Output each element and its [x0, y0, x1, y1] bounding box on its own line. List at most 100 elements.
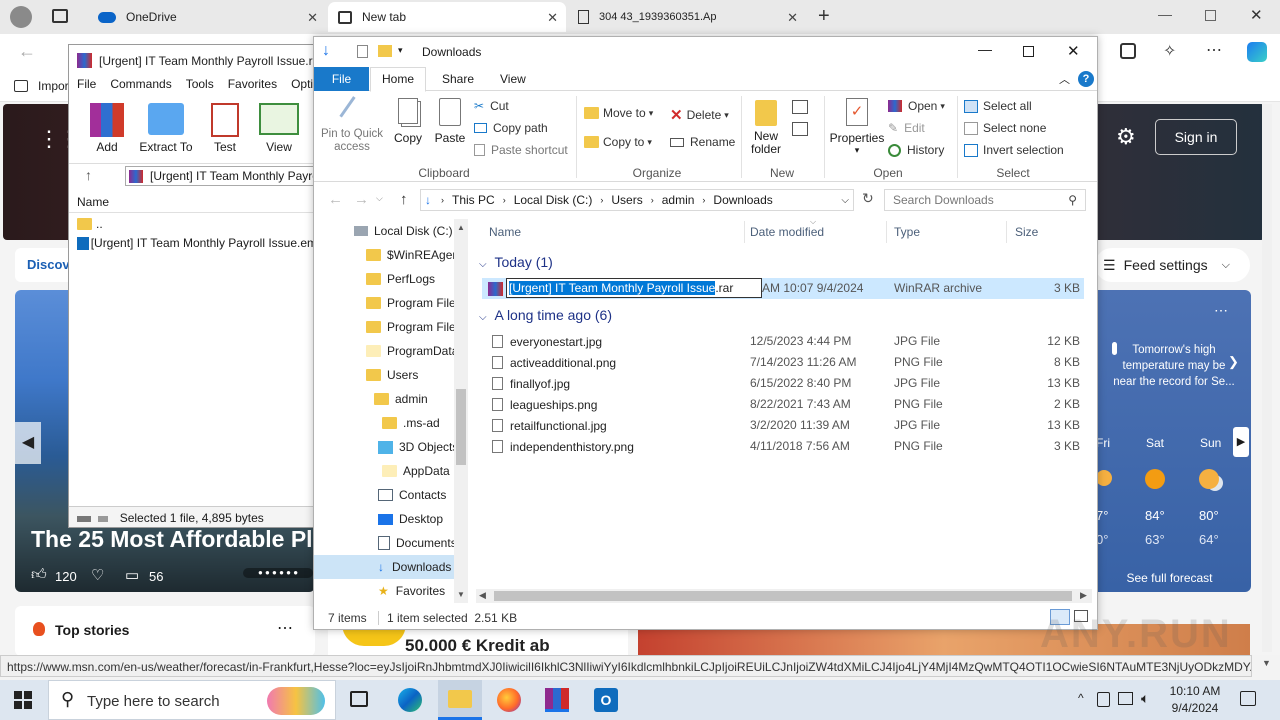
start-button[interactable] [14, 691, 32, 709]
group-header-today[interactable]: ⌵ Today (1) [479, 254, 1079, 272]
scroll-down-icon[interactable]: ▼ [454, 590, 468, 599]
nav-favorites[interactable]: ★ Favorites [314, 579, 468, 603]
clock-time[interactable]: 10:10 AM [1164, 684, 1226, 698]
sign-in-button[interactable]: Sign in [1155, 119, 1237, 155]
settings-gear-icon[interactable]: ⚙ [1116, 124, 1136, 150]
profile-icon[interactable] [10, 6, 32, 28]
prev-arrow-button[interactable]: ◀ [15, 422, 41, 464]
restore-browser-button[interactable] [1205, 10, 1216, 21]
nav-programdata[interactable]: ProgramData [314, 339, 468, 363]
forward-arrow-icon[interactable]: → [354, 191, 369, 208]
close-button[interactable]: ✕ [1067, 42, 1080, 60]
menu-commands[interactable]: Commands [110, 77, 171, 97]
file-row[interactable]: everyonestart.jpg 12/5/2023 4:44 PM JPG … [482, 331, 1084, 352]
open-button[interactable]: Open ▾ [888, 99, 945, 113]
firefox-taskbar-icon[interactable] [497, 688, 521, 712]
cut-button[interactable]: ✂ Cut [474, 99, 509, 113]
nav-program-files-x86[interactable]: Program Files [314, 315, 468, 339]
nav-documents[interactable]: Documents [314, 531, 468, 555]
rename-textbox[interactable]: [Urgent] IT Team Monthly Payroll Issue .… [506, 278, 762, 298]
collections-icon[interactable] [1120, 43, 1136, 59]
winrar-column-header[interactable]: Name [69, 191, 315, 213]
refresh-icon[interactable]: ↻ [862, 190, 874, 207]
address-bar[interactable]: ↓ › This PC › Local Disk (C:) › Users › … [420, 189, 854, 211]
security-icon[interactable] [1097, 692, 1110, 707]
scroll-down-icon[interactable]: ▼ [1262, 658, 1271, 668]
nav-ms-ad[interactable]: .ms-ad [314, 411, 468, 435]
group-header-long-ago[interactable]: ⌵ A long time ago (6) [479, 307, 1079, 325]
collapse-ribbon-icon[interactable]: ︿ [1059, 71, 1070, 87]
col-name[interactable]: Name [489, 225, 521, 239]
see-full-forecast-link[interactable]: See full forecast [1088, 571, 1251, 585]
new-folder-button[interactable]: New folder [746, 100, 786, 156]
extract-to-button[interactable]: Extract To [137, 103, 195, 154]
more-options-icon[interactable]: ⋯ [277, 618, 293, 638]
nav-desktop[interactable]: Desktop [314, 507, 468, 531]
back-arrow-icon[interactable]: ← [328, 191, 343, 208]
nav-scrollbar[interactable]: ▲ ▼ [454, 219, 468, 603]
breadcrumb-this-pc[interactable]: This PC [452, 193, 495, 207]
tab-home[interactable]: Home [370, 67, 426, 92]
up-arrow-icon[interactable]: ↑ [85, 167, 92, 183]
back-icon[interactable]: ← [18, 41, 36, 62]
nav-3d-objects[interactable]: 3D Objects [314, 435, 468, 459]
show-hidden-icons[interactable]: ^ [1078, 691, 1084, 705]
tab-actions-icon[interactable] [52, 9, 68, 23]
tab-view[interactable]: View [500, 72, 526, 86]
copy-path-button[interactable]: Copy path [474, 121, 548, 135]
feed-settings-button[interactable]: ☰ Feed settings ⌵ [1095, 248, 1250, 282]
new-item-icon[interactable] [792, 100, 808, 114]
tab-media[interactable]: 304 43_1939360351.Ap ✕ [568, 2, 806, 32]
winrar-taskbar-icon[interactable] [545, 688, 569, 712]
import-favorites-label[interactable]: Impor [38, 79, 69, 93]
network-icon[interactable] [1118, 692, 1133, 705]
nav-contacts[interactable]: Contacts [314, 483, 468, 507]
extensions-icon[interactable]: ✧ [1163, 41, 1176, 61]
weather-note[interactable]: Tomorrow's high temperature may be near … [1096, 342, 1236, 390]
add-button[interactable]: Add [83, 103, 131, 154]
close-browser-button[interactable]: ✕ [1250, 6, 1263, 24]
nav-winreagent[interactable]: $WinREAgent [314, 243, 468, 267]
quick-access-dropdown-icon[interactable]: ▾ [398, 45, 403, 56]
recent-locations-icon[interactable]: ⌵ [376, 193, 383, 204]
properties-quick-icon[interactable] [357, 45, 368, 58]
breadcrumb-local-disk[interactable]: Local Disk (C:) [514, 193, 593, 207]
carousel-dots[interactable]: ● ● ● ● ● ● [243, 568, 313, 578]
weather-card[interactable]: ⋯ Tomorrow's high temperature may be nea… [1088, 290, 1251, 592]
winrar-file-row[interactable]: [Urgent] IT Team Monthly Payroll Issue.e… [69, 234, 315, 252]
discover-chip[interactable]: Discov [15, 248, 75, 282]
maximize-button[interactable] [1023, 46, 1034, 57]
file-row-selected[interactable]: [Urgent] IT Team Monthly Payroll Issue .… [482, 278, 1084, 299]
taskbar-search-box[interactable]: ⚲ Type here to search [48, 680, 336, 720]
chevron-right-icon[interactable]: ❯ [1228, 354, 1239, 370]
breadcrumb-users[interactable]: Users [611, 193, 642, 207]
file-row[interactable]: leagueships.png 8/22/2021 7:43 AM PNG Fi… [482, 394, 1084, 415]
nav-perflogs[interactable]: PerfLogs [314, 267, 468, 291]
view-button[interactable]: View [255, 103, 303, 154]
easy-access-icon[interactable] [792, 122, 808, 136]
minimize-browser-button[interactable]: — [1158, 6, 1172, 22]
close-tab-icon[interactable]: ✕ [307, 10, 318, 26]
horizontal-scrollbar[interactable]: ◀ ▶ [476, 589, 1092, 603]
notifications-icon[interactable] [1240, 691, 1256, 706]
select-all-button[interactable]: Select all [964, 99, 1032, 113]
comment-icon[interactable]: ▭ [125, 566, 139, 584]
rename-button[interactable]: Rename [670, 135, 735, 149]
tab-new-tab[interactable]: New tab ✕ [328, 2, 566, 32]
clock-date[interactable]: 9/4/2024 [1164, 701, 1226, 715]
edit-button[interactable]: ✎ Edit [888, 121, 925, 135]
like-icon[interactable]: 👍︎ [31, 566, 47, 584]
dislike-icon[interactable]: ♡ [91, 566, 104, 584]
tab-file[interactable]: File [314, 67, 369, 91]
col-size[interactable]: Size [1015, 225, 1038, 239]
up-arrow-icon[interactable]: ↑ [400, 191, 408, 208]
horizontal-scroll-thumb[interactable] [494, 591, 1072, 601]
invert-selection-button[interactable]: Invert selection [964, 143, 1064, 157]
copy-button[interactable]: Copy [392, 98, 424, 145]
next-arrow-button[interactable]: ▶ [1233, 427, 1249, 457]
file-row[interactable]: activeadditional.png 7/14/2023 11:26 AM … [482, 352, 1084, 373]
col-date-modified[interactable]: Date modified [750, 225, 824, 239]
pin-quick-access-button[interactable]: Pin to Quick access [320, 96, 384, 154]
nav-local-disk[interactable]: Local Disk (C:) [314, 219, 468, 243]
help-icon[interactable]: ? [1078, 71, 1094, 87]
